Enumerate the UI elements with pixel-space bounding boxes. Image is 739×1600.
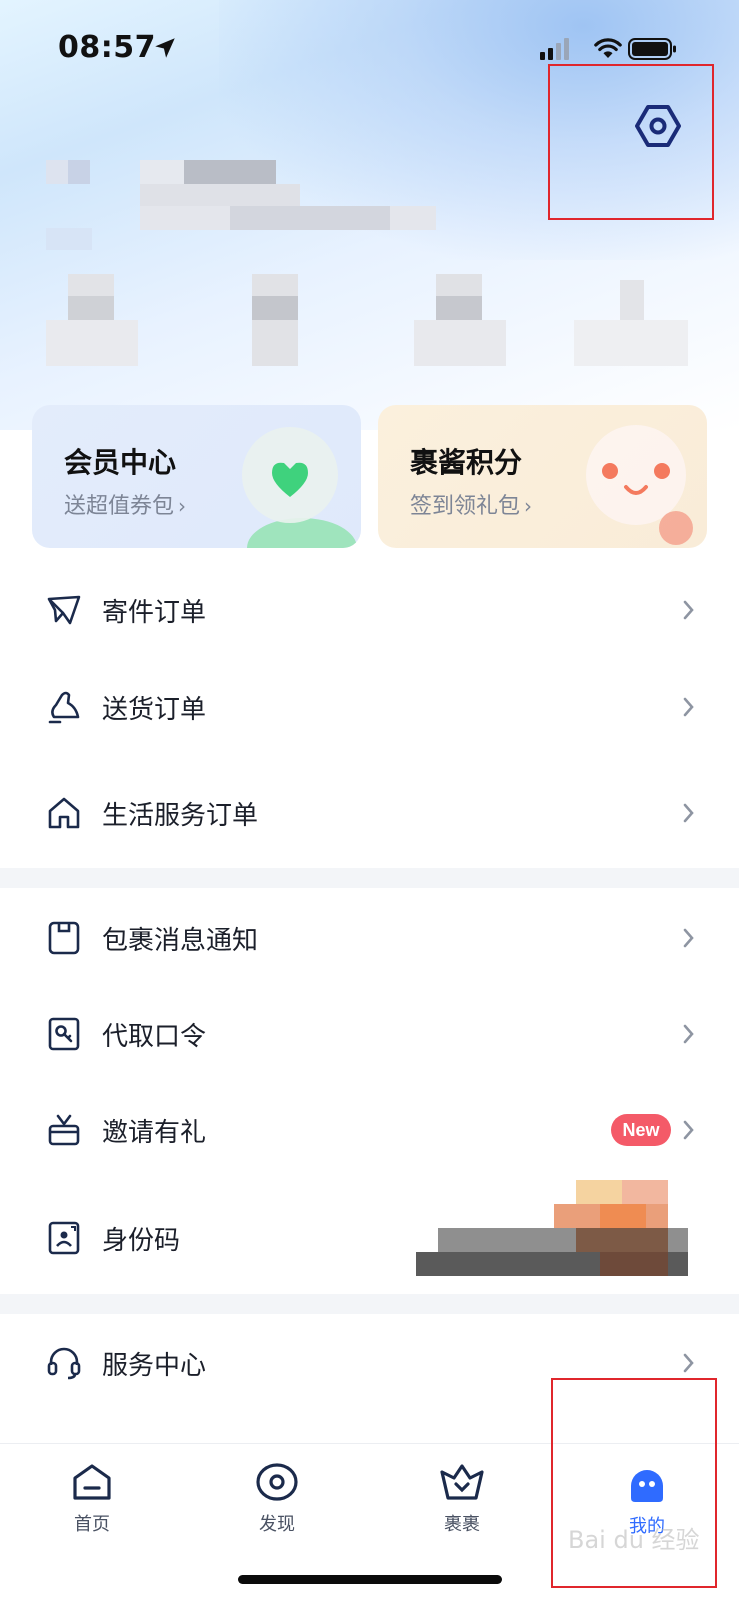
points-smiley-mascot-icon [586, 425, 693, 545]
cellular-signal-icon [540, 38, 569, 60]
settings-highlight-box [548, 64, 714, 220]
home-indicator [238, 1575, 502, 1584]
list-item-label: 身份码 [102, 1225, 181, 1256]
chevron-right-icon [683, 928, 694, 948]
chevron-right-icon [683, 697, 694, 717]
nav-label: 裹裹 [444, 1514, 480, 1535]
card-subtitle: 送超值券包 › [64, 494, 187, 519]
list-item-package-notifications[interactable]: 包裹消息通知 [0, 898, 739, 978]
nav-tab-discover[interactable]: 发现 [217, 1462, 337, 1536]
list-item-delivery-orders[interactable]: 送货订单 [0, 667, 739, 747]
home-service-icon [46, 795, 82, 831]
section-divider [0, 868, 739, 888]
discover-icon [256, 1463, 298, 1501]
package-box-icon [46, 920, 82, 956]
chevron-right-icon [683, 1024, 694, 1044]
member-center-card[interactable]: 会员中心 送超值券包 › [32, 405, 361, 548]
battery-icon [628, 38, 676, 60]
send-paper-plane-icon [46, 592, 82, 628]
mine-tab-highlight-box [551, 1378, 717, 1588]
list-item-label: 服务中心 [102, 1350, 207, 1381]
status-time: 08:57 [58, 30, 156, 65]
gift-box-icon [46, 1112, 82, 1148]
nav-label: 发现 [259, 1514, 295, 1535]
list-item-pickup-code[interactable]: 代取口令 [0, 994, 739, 1074]
identity-card-icon [46, 1220, 82, 1256]
nav-label: 首页 [74, 1514, 110, 1535]
headset-icon [46, 1345, 82, 1381]
chevron-right-icon [683, 1353, 694, 1373]
card-title: 会员中心 [64, 446, 177, 479]
chevron-right-icon [683, 803, 694, 823]
watermark: Bai du 经验 [568, 1526, 700, 1554]
list-item-send-orders[interactable]: 寄件订单 [0, 570, 739, 650]
nav-tab-guoguo[interactable]: 裹裹 [402, 1462, 522, 1536]
wifi-icon [594, 38, 622, 58]
card-subtitle: 签到领礼包 › [410, 494, 533, 519]
delivery-bell-icon [46, 689, 82, 725]
list-item-label: 包裹消息通知 [102, 925, 259, 956]
home-icon [73, 1464, 111, 1500]
points-card[interactable]: 裹酱积分 签到领礼包 › [378, 405, 707, 548]
list-item-identity-code[interactable]: 身份码 [0, 1180, 739, 1278]
list-item-label: 寄件订单 [102, 597, 207, 628]
list-item-label: 代取口令 [102, 1021, 207, 1052]
chevron-right-icon [683, 600, 694, 620]
new-badge: New [611, 1114, 671, 1146]
member-heart-mascot-icon [242, 427, 357, 548]
nav-tab-home[interactable]: 首页 [32, 1462, 152, 1536]
list-item-invite-gift[interactable]: 邀请有礼 New [0, 1090, 739, 1170]
list-item-label: 邀请有礼 [102, 1117, 207, 1148]
chevron-right-icon [683, 1120, 694, 1140]
guoguo-crown-icon [440, 1464, 484, 1500]
key-card-icon [46, 1016, 82, 1052]
section-divider [0, 1294, 739, 1314]
card-title: 裹酱积分 [410, 446, 523, 479]
location-arrow-icon [155, 38, 175, 58]
list-item-life-service-orders[interactable]: 生活服务订单 [0, 773, 739, 853]
list-item-label: 生活服务订单 [102, 800, 259, 831]
list-item-label: 送货订单 [102, 694, 207, 725]
